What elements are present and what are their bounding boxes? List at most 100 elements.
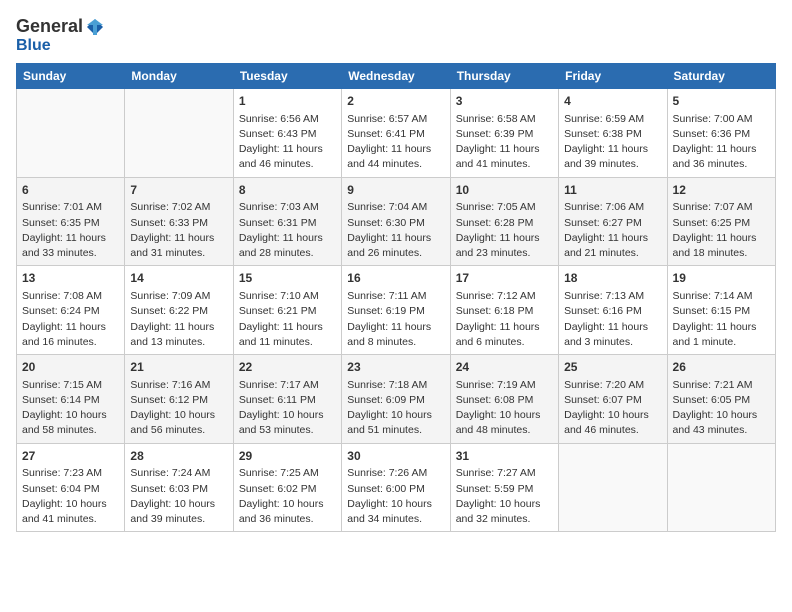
- day-number: 3: [456, 93, 553, 110]
- calendar-cell: 8Sunrise: 7:03 AM Sunset: 6:31 PM Daylig…: [233, 177, 341, 266]
- calendar-week-4: 20 Sunrise: 7:15 AM Sunset: 6:14 PM Dayli…: [17, 355, 776, 444]
- calendar-cell: 18 Sunrise: 7:13 AM Sunset: 6:16 PM Dayli…: [559, 266, 667, 355]
- calendar-cell: 6Sunrise: 7:01 AM Sunset: 6:35 PM Daylig…: [17, 177, 125, 266]
- day-number: 11: [564, 182, 661, 199]
- day-info: Sunrise: 7:26 AM Sunset: 6:00 PM Dayligh…: [347, 466, 444, 527]
- day-number: 8: [239, 182, 336, 199]
- day-number: 12: [673, 182, 770, 199]
- day-info: Sunrise: 7:19 AM Sunset: 6:08 PM Dayligh…: [456, 378, 553, 439]
- calendar-cell: 1 Sunrise: 6:56 AM Sunset: 6:43 PM Daylig…: [233, 89, 341, 178]
- day-info: Sunrise: 7:06 AM Sunset: 6:27 PM Dayligh…: [564, 200, 661, 261]
- calendar-cell: 11Sunrise: 7:06 AM Sunset: 6:27 PM Dayli…: [559, 177, 667, 266]
- day-info: Sunrise: 7:13 AM Sunset: 6:16 PM Dayligh…: [564, 289, 661, 350]
- logo-icon: [85, 17, 105, 37]
- weekday-header-thursday: Thursday: [450, 64, 558, 89]
- calendar-cell: 10Sunrise: 7:05 AM Sunset: 6:28 PM Dayli…: [450, 177, 558, 266]
- day-number: 28: [130, 448, 227, 465]
- day-info: Sunrise: 7:02 AM Sunset: 6:33 PM Dayligh…: [130, 200, 227, 261]
- day-number: 17: [456, 270, 553, 287]
- day-number: 9: [347, 182, 444, 199]
- day-info: Sunrise: 7:23 AM Sunset: 6:04 PM Dayligh…: [22, 466, 119, 527]
- day-info: Sunrise: 7:14 AM Sunset: 6:15 PM Dayligh…: [673, 289, 770, 350]
- calendar-cell: [667, 443, 775, 532]
- day-number: 26: [673, 359, 770, 376]
- calendar-cell: 31Sunrise: 7:27 AM Sunset: 5:59 PM Dayli…: [450, 443, 558, 532]
- calendar-cell: 3 Sunrise: 6:58 AM Sunset: 6:39 PM Daylig…: [450, 89, 558, 178]
- day-info: Sunrise: 7:21 AM Sunset: 6:05 PM Dayligh…: [673, 378, 770, 439]
- day-number: 7: [130, 182, 227, 199]
- calendar-cell: 9Sunrise: 7:04 AM Sunset: 6:30 PM Daylig…: [342, 177, 450, 266]
- calendar-cell: 24 Sunrise: 7:19 AM Sunset: 6:08 PM Dayli…: [450, 355, 558, 444]
- day-number: 1: [239, 93, 336, 110]
- day-number: 20: [22, 359, 119, 376]
- day-info: Sunrise: 7:17 AM Sunset: 6:11 PM Dayligh…: [239, 378, 336, 439]
- calendar-cell: 26 Sunrise: 7:21 AM Sunset: 6:05 PM Dayli…: [667, 355, 775, 444]
- calendar-cell: 23Sunrise: 7:18 AM Sunset: 6:09 PM Dayli…: [342, 355, 450, 444]
- calendar-cell: 29Sunrise: 7:25 AM Sunset: 6:02 PM Dayli…: [233, 443, 341, 532]
- day-number: 30: [347, 448, 444, 465]
- weekday-header-sunday: Sunday: [17, 64, 125, 89]
- calendar-cell: 27Sunrise: 7:23 AM Sunset: 6:04 PM Dayli…: [17, 443, 125, 532]
- day-number: 21: [130, 359, 227, 376]
- weekday-header-tuesday: Tuesday: [233, 64, 341, 89]
- calendar-cell: 4Sunrise: 6:59 AM Sunset: 6:38 PM Daylig…: [559, 89, 667, 178]
- day-number: 13: [22, 270, 119, 287]
- weekday-header-row: SundayMondayTuesdayWednesdayThursdayFrid…: [17, 64, 776, 89]
- calendar-table: SundayMondayTuesdayWednesdayThursdayFrid…: [16, 63, 776, 532]
- day-info: Sunrise: 7:05 AM Sunset: 6:28 PM Dayligh…: [456, 200, 553, 261]
- day-info: Sunrise: 7:03 AM Sunset: 6:31 PM Dayligh…: [239, 200, 336, 261]
- day-info: Sunrise: 6:56 AM Sunset: 6:43 PM Dayligh…: [239, 112, 336, 173]
- calendar-cell: [559, 443, 667, 532]
- calendar-week-1: 1 Sunrise: 6:56 AM Sunset: 6:43 PM Daylig…: [17, 89, 776, 178]
- day-info: Sunrise: 7:11 AM Sunset: 6:19 PM Dayligh…: [347, 289, 444, 350]
- day-info: Sunrise: 7:16 AM Sunset: 6:12 PM Dayligh…: [130, 378, 227, 439]
- day-number: 6: [22, 182, 119, 199]
- weekday-header-saturday: Saturday: [667, 64, 775, 89]
- calendar-cell: 20 Sunrise: 7:15 AM Sunset: 6:14 PM Dayli…: [17, 355, 125, 444]
- calendar-week-2: 6Sunrise: 7:01 AM Sunset: 6:35 PM Daylig…: [17, 177, 776, 266]
- calendar-header: SundayMondayTuesdayWednesdayThursdayFrid…: [17, 64, 776, 89]
- day-number: 14: [130, 270, 227, 287]
- calendar-cell: [125, 89, 233, 178]
- day-info: Sunrise: 7:09 AM Sunset: 6:22 PM Dayligh…: [130, 289, 227, 350]
- calendar-cell: 30Sunrise: 7:26 AM Sunset: 6:00 PM Dayli…: [342, 443, 450, 532]
- calendar-cell: 25Sunrise: 7:20 AM Sunset: 6:07 PM Dayli…: [559, 355, 667, 444]
- day-info: Sunrise: 7:04 AM Sunset: 6:30 PM Dayligh…: [347, 200, 444, 261]
- day-number: 16: [347, 270, 444, 287]
- day-number: 24: [456, 359, 553, 376]
- day-info: Sunrise: 7:00 AM Sunset: 6:36 PM Dayligh…: [673, 112, 770, 173]
- day-number: 5: [673, 93, 770, 110]
- day-number: 18: [564, 270, 661, 287]
- calendar-cell: 5 Sunrise: 7:00 AM Sunset: 6:36 PM Daylig…: [667, 89, 775, 178]
- weekday-header-friday: Friday: [559, 64, 667, 89]
- day-info: Sunrise: 7:07 AM Sunset: 6:25 PM Dayligh…: [673, 200, 770, 261]
- logo-blue-text: Blue: [16, 37, 51, 54]
- logo: General Blue: [16, 16, 105, 55]
- calendar-week-5: 27Sunrise: 7:23 AM Sunset: 6:04 PM Dayli…: [17, 443, 776, 532]
- calendar-cell: 7Sunrise: 7:02 AM Sunset: 6:33 PM Daylig…: [125, 177, 233, 266]
- day-number: 27: [22, 448, 119, 465]
- day-number: 29: [239, 448, 336, 465]
- day-info: Sunrise: 7:15 AM Sunset: 6:14 PM Dayligh…: [22, 378, 119, 439]
- weekday-header-wednesday: Wednesday: [342, 64, 450, 89]
- day-number: 2: [347, 93, 444, 110]
- calendar-cell: 14 Sunrise: 7:09 AM Sunset: 6:22 PM Dayli…: [125, 266, 233, 355]
- day-info: Sunrise: 6:59 AM Sunset: 6:38 PM Dayligh…: [564, 112, 661, 173]
- day-info: Sunrise: 7:24 AM Sunset: 6:03 PM Dayligh…: [130, 466, 227, 527]
- logo-general-text: General: [16, 16, 83, 37]
- calendar-cell: 22 Sunrise: 7:17 AM Sunset: 6:11 PM Dayli…: [233, 355, 341, 444]
- calendar-cell: 16 Sunrise: 7:11 AM Sunset: 6:19 PM Dayli…: [342, 266, 450, 355]
- day-number: 31: [456, 448, 553, 465]
- day-number: 22: [239, 359, 336, 376]
- day-number: 23: [347, 359, 444, 376]
- day-info: Sunrise: 7:01 AM Sunset: 6:35 PM Dayligh…: [22, 200, 119, 261]
- day-info: Sunrise: 7:12 AM Sunset: 6:18 PM Dayligh…: [456, 289, 553, 350]
- page-header: General Blue: [16, 16, 776, 55]
- day-info: Sunrise: 6:57 AM Sunset: 6:41 PM Dayligh…: [347, 112, 444, 173]
- day-number: 19: [673, 270, 770, 287]
- day-number: 15: [239, 270, 336, 287]
- day-info: Sunrise: 7:10 AM Sunset: 6:21 PM Dayligh…: [239, 289, 336, 350]
- calendar-cell: 19 Sunrise: 7:14 AM Sunset: 6:15 PM Dayli…: [667, 266, 775, 355]
- day-info: Sunrise: 6:58 AM Sunset: 6:39 PM Dayligh…: [456, 112, 553, 173]
- calendar-week-3: 13Sunrise: 7:08 AM Sunset: 6:24 PM Dayli…: [17, 266, 776, 355]
